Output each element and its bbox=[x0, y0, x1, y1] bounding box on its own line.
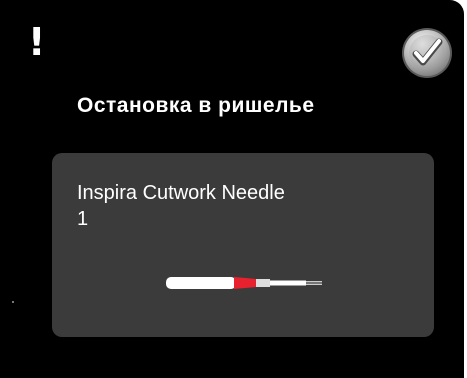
cutwork-needle-icon bbox=[164, 275, 324, 296]
edge-marker bbox=[12, 301, 14, 303]
checkmark-icon bbox=[402, 28, 452, 78]
dialog-title: Остановка в ришелье bbox=[77, 94, 315, 117]
needle-info-card: Inspira Cutwork Needle 1 bbox=[52, 153, 434, 337]
alert-icon: ! bbox=[28, 20, 46, 64]
confirm-button[interactable] bbox=[401, 27, 453, 79]
needle-name: Inspira Cutwork Needle bbox=[77, 182, 285, 204]
stop-dialog: ! Остановка в ришелье Inspira Cutwork Ne… bbox=[0, 0, 464, 378]
screen: ! Остановка в ришелье Inspira Cutwork Ne… bbox=[0, 0, 467, 378]
needle-number: 1 bbox=[77, 208, 89, 230]
